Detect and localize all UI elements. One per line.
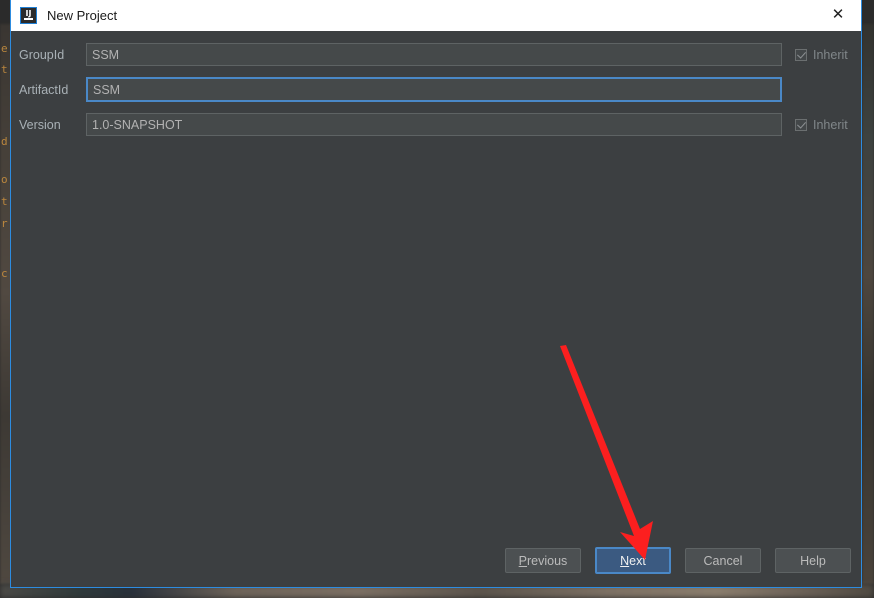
version-inherit-group[interactable]: Inherit — [795, 118, 848, 132]
intellij-idea-icon-letters: IJ — [25, 8, 32, 18]
form-row-version: Version 1.0-SNAPSHOT Inherit — [11, 113, 861, 136]
previous-button[interactable]: Previous — [505, 548, 581, 573]
new-project-dialog: IJ New Project ✕ GroupId SSM Inherit Art… — [10, 0, 862, 588]
dialog-button-bar: Previous Next Cancel Help — [505, 547, 851, 574]
cancel-button[interactable]: Cancel — [685, 548, 761, 573]
intellij-idea-icon-bar — [24, 17, 33, 20]
dialog-titlebar: IJ New Project ✕ — [11, 0, 861, 31]
groupid-label: GroupId — [19, 47, 65, 62]
help-button[interactable]: Help — [775, 548, 851, 573]
next-button-mnemonic: N — [620, 553, 630, 568]
background-code-glyph: t — [1, 195, 8, 208]
close-icon[interactable]: ✕ — [815, 0, 861, 29]
version-input[interactable]: 1.0-SNAPSHOT — [86, 113, 782, 136]
groupid-input[interactable]: SSM — [86, 43, 782, 66]
next-button-label: ext — [629, 553, 646, 568]
background-code-glyph: d — [1, 135, 8, 148]
background-code-glyph: t — [1, 63, 8, 76]
intellij-idea-icon: IJ — [20, 6, 37, 24]
next-button[interactable]: Next — [595, 547, 671, 574]
background-code-glyph: e — [1, 42, 8, 55]
previous-button-mnemonic: P — [518, 553, 528, 568]
artifactid-label: ArtifactId — [19, 82, 69, 97]
form-row-groupid: GroupId SSM Inherit — [11, 43, 861, 66]
background-code-glyph: c — [1, 267, 8, 280]
background-code-glyph: r — [1, 217, 8, 230]
version-inherit-label: Inherit — [813, 117, 848, 132]
background-code-glyph: o — [1, 173, 8, 186]
groupid-inherit-checkbox[interactable] — [795, 48, 807, 61]
groupid-inherit-label: Inherit — [813, 47, 848, 62]
version-inherit-checkbox[interactable] — [795, 118, 807, 131]
dialog-title: New Project — [47, 7, 118, 23]
artifactid-input[interactable]: SSM — [86, 77, 782, 102]
version-label: Version — [19, 117, 61, 132]
previous-button-label: revious — [527, 553, 568, 568]
form-row-artifactid: ArtifactId SSM — [11, 77, 861, 102]
groupid-inherit-group[interactable]: Inherit — [795, 48, 848, 62]
dialog-body: GroupId SSM Inherit ArtifactId SSM Versi… — [11, 31, 861, 587]
background-right-strip — [862, 24, 874, 584]
